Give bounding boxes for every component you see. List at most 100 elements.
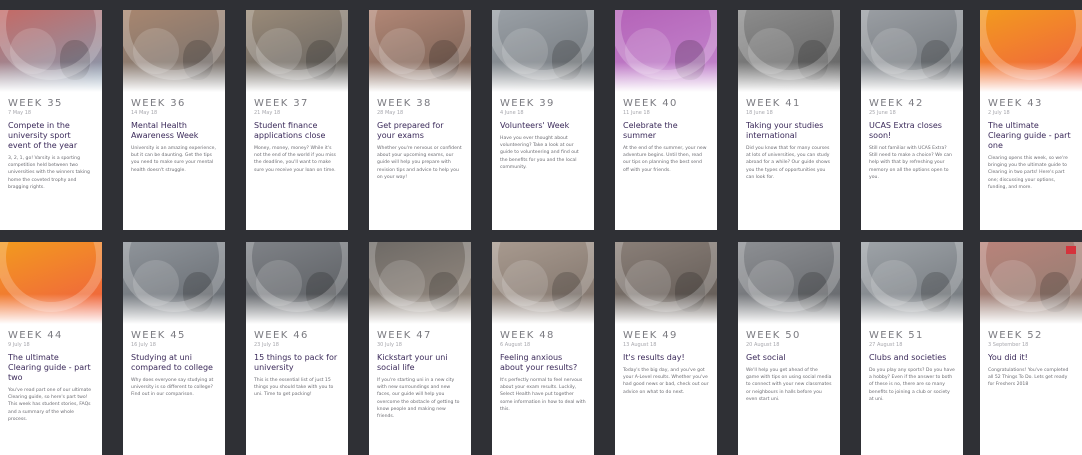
card-thumbnail (980, 242, 1082, 324)
week-card[interactable]: WEEK 51 27 August 18 Clubs and societies… (861, 242, 963, 455)
card-thumbnail (123, 242, 225, 324)
week-label: WEEK 38 (377, 98, 432, 109)
week-date: 6 August 18 (500, 342, 531, 348)
week-date: 14 May 18 (131, 110, 158, 116)
week-card[interactable]: WEEK 48 6 August 18 Feeling anxious abou… (492, 242, 594, 455)
card-title[interactable]: Compete in the university sport event of… (8, 121, 94, 151)
week-date: 16 July 18 (131, 342, 156, 348)
week-card[interactable]: WEEK 44 9 July 18 The ultimate Clearing … (0, 242, 102, 455)
week-card[interactable]: WEEK 36 14 May 18 Mental Health Awarenes… (123, 10, 225, 230)
week-card[interactable]: WEEK 47 30 July 18 Kickstart your uni so… (369, 242, 471, 455)
card-title[interactable]: Get social (746, 353, 832, 363)
card-thumbnail (492, 10, 594, 92)
card-title[interactable]: Volunteers' Week (500, 121, 586, 131)
card-thumbnail (123, 10, 225, 92)
week-card[interactable]: WEEK 50 20 August 18 Get social We'll he… (738, 242, 840, 455)
card-thumbnail (980, 10, 1082, 92)
card-title[interactable]: It's results day! (623, 353, 709, 363)
week-date: 25 June 18 (869, 110, 896, 116)
week-card[interactable]: WEEK 40 11 June 18 Celebrate the summer … (615, 10, 717, 230)
card-title[interactable]: Kickstart your uni social life (377, 353, 463, 373)
card-title[interactable]: UCAS Extra closes soon! (869, 121, 955, 141)
week-card[interactable]: WEEK 41 18 June 18 Taking your studies i… (738, 10, 840, 230)
week-card[interactable]: WEEK 37 21 May 18 Student finance applic… (246, 10, 348, 230)
card-description: Clearing opens this week, so we're bring… (988, 156, 1068, 190)
card-description: If you're starting uni in a new city wit… (377, 378, 460, 420)
card-title[interactable]: Studying at uni compared to college (131, 353, 217, 373)
week-date: 9 July 18 (8, 342, 30, 348)
card-title[interactable]: Student finance applications close (254, 121, 340, 141)
card-thumbnail (738, 242, 840, 324)
card-title[interactable]: Celebrate the summer (623, 121, 709, 141)
week-card[interactable]: WEEK 52 3 September 18 You did it! Congr… (980, 242, 1082, 455)
week-card[interactable]: WEEK 38 28 May 18 Get prepared for your … (369, 10, 471, 230)
week-date: 4 June 18 (500, 110, 524, 116)
card-description: Have you ever thought about volunteering… (500, 136, 579, 170)
week-date: 30 July 18 (377, 342, 402, 348)
card-thumbnail (369, 10, 471, 92)
card-title[interactable]: The ultimate Clearing guide - part one (988, 121, 1074, 151)
card-thumbnail (0, 242, 102, 324)
week-label: WEEK 39 (500, 98, 555, 109)
week-date: 3 September 18 (988, 342, 1029, 348)
week-label: WEEK 40 (623, 98, 678, 109)
week-card[interactable]: WEEK 46 23 July 18 15 things to pack for… (246, 242, 348, 455)
week-card[interactable]: WEEK 43 2 July 18 The ultimate Clearing … (980, 10, 1082, 230)
card-description: It's perfectly normal to feel nervous ab… (500, 378, 586, 412)
card-title[interactable]: Feeling anxious about your results? (500, 353, 586, 373)
week-card[interactable]: WEEK 39 4 June 18 Volunteers' Week Have … (492, 10, 594, 230)
card-description: Do you play any sports? Do you have a ho… (869, 368, 955, 402)
weekly-card-grid: WEEK 35 7 May 18 Compete in the universi… (0, 0, 1082, 455)
week-card[interactable]: WEEK 49 13 August 18 It's results day! T… (615, 242, 717, 455)
card-title[interactable]: Get prepared for your exams (377, 121, 463, 141)
card-description: University is an amazing experience, but… (131, 146, 216, 173)
week-label: WEEK 52 (988, 330, 1043, 341)
week-label: WEEK 36 (131, 98, 186, 109)
week-card[interactable]: WEEK 35 7 May 18 Compete in the universi… (0, 10, 102, 230)
card-description: We'll help you get ahead of the game wit… (746, 368, 832, 402)
card-description: 3, 2, 1, go! Varsity is a sporting compe… (8, 156, 90, 190)
week-card[interactable]: WEEK 45 16 July 18 Studying at uni compa… (123, 242, 225, 455)
card-thumbnail (246, 10, 348, 92)
card-thumbnail (0, 10, 102, 92)
card-title[interactable]: The ultimate Clearing guide - part two (8, 353, 94, 383)
week-label: WEEK 51 (869, 330, 924, 341)
week-card[interactable]: WEEK 42 25 June 18 UCAS Extra closes soo… (861, 10, 963, 230)
card-thumbnail (492, 242, 594, 324)
week-label: WEEK 41 (746, 98, 801, 109)
week-label: WEEK 37 (254, 98, 309, 109)
week-date: 27 August 18 (869, 342, 903, 348)
week-date: 23 July 18 (254, 342, 279, 348)
card-description: Whether you're nervous or confident abou… (377, 146, 462, 180)
card-thumbnail (738, 10, 840, 92)
card-description: Today's the big day, and you've got your… (623, 368, 709, 395)
week-date: 2 July 18 (988, 110, 1010, 116)
card-description: Did you know that for many courses at lo… (746, 146, 830, 180)
week-date: 20 August 18 (746, 342, 780, 348)
card-title[interactable]: You did it! (988, 353, 1074, 363)
week-label: WEEK 46 (254, 330, 309, 341)
week-label: WEEK 47 (377, 330, 432, 341)
week-date: 7 May 18 (8, 110, 32, 116)
week-label: WEEK 35 (8, 98, 63, 109)
card-title[interactable]: Clubs and societies (869, 353, 955, 363)
week-date: 13 August 18 (623, 342, 657, 348)
card-title[interactable]: Mental Health Awareness Week (131, 121, 217, 141)
week-label: WEEK 45 (131, 330, 186, 341)
card-thumbnail (861, 242, 963, 324)
card-description: This is the essential list of just 15 th… (254, 378, 334, 398)
card-title[interactable]: Taking your studies international (746, 121, 832, 141)
week-label: WEEK 42 (869, 98, 924, 109)
card-thumbnail (615, 242, 717, 324)
week-label: WEEK 44 (8, 330, 63, 341)
card-thumbnail (861, 10, 963, 92)
card-description: You've read part one of our ultimate Cle… (8, 388, 92, 422)
week-label: WEEK 43 (988, 98, 1043, 109)
card-description: Still not familiar with UCAS Extra? Stil… (869, 146, 952, 180)
week-label: WEEK 50 (746, 330, 801, 341)
card-title[interactable]: 15 things to pack for university (254, 353, 340, 373)
bookmark-icon (1066, 246, 1076, 254)
card-description: Money, money, money? While it's not the … (254, 146, 336, 173)
card-thumbnail (615, 10, 717, 92)
card-thumbnail (246, 242, 348, 324)
